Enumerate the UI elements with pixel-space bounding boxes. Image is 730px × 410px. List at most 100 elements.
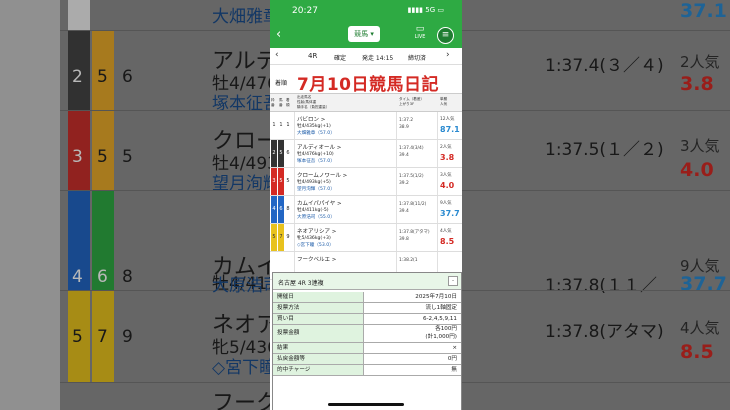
ticket-row-label: 結果 (273, 343, 364, 353)
category-selector[interactable]: 競馬 ▾ (348, 26, 380, 42)
race-time: 1:37.2 38.9 (399, 117, 413, 131)
uma-number: 6 (278, 196, 284, 223)
waku-number: 1 (271, 112, 277, 139)
ticket-row: 払戻金額等 0円 (273, 354, 461, 365)
popularity: 3人気 (440, 173, 452, 178)
jockey-name: ◇宮下瞳（53.0） (297, 243, 334, 248)
ticket-panel: 名古屋 4R 3連複 - 開催日 2025年7月10日 投票方法 流し1軸固定 買い目 6… (272, 272, 462, 410)
horse-name-link[interactable]: バビロン > (297, 115, 325, 123)
home-indicator[interactable] (328, 403, 404, 406)
jockey-name: 望月洵輝（57.0） (297, 187, 335, 192)
horse-info: 牡4/435kg(+1) (297, 124, 331, 129)
ticket-title: 名古屋 4R 3連複 (278, 280, 324, 287)
column-divider (437, 140, 438, 167)
horse-info: 牡4/476kg(+10) (297, 152, 334, 157)
horse-name-link[interactable]: ネオアリシア > (297, 227, 336, 235)
last3f-value: 38.9 (399, 125, 409, 130)
col-horse: 出走馬名 性齢/馬体重 騎手名（負担重量） (297, 95, 330, 109)
col-time: タイム（着差） 上がり3F (399, 97, 425, 106)
ticket-row: 投票方法 流し1軸固定 (273, 303, 461, 314)
ticket-row-label: 買い目 (273, 314, 364, 324)
col-chaku: 着順 (286, 98, 290, 107)
time-value: 1:37.8(11/2) (399, 202, 427, 207)
time-value: 1:37.2 (399, 118, 414, 123)
ticket-row-value: × (452, 345, 457, 351)
race-number: 4R (308, 52, 318, 60)
race-time: 1:38.2(1 (399, 257, 418, 264)
race-time: 1:37.8(11/2) 39.4 (399, 201, 426, 215)
finish-position: 6 (286, 150, 290, 156)
horse-name-link[interactable]: カムイパパイヤ > (297, 199, 342, 207)
column-divider (294, 224, 295, 251)
column-divider (396, 196, 397, 223)
col-odds: 単勝 人気 (440, 97, 448, 106)
race-start-time: 発走 14:15 (362, 55, 394, 62)
column-divider (437, 224, 438, 251)
race-closed: 締切済 (408, 55, 427, 62)
waku-number: 4 (271, 196, 277, 223)
time-value: 1:37.5(1/2) (399, 174, 424, 179)
table-row[interactable]: 3 5 5 クロームノワール > 牡4/493kg(+5) 望月洵輝（57.0） 1:37.… (270, 168, 462, 196)
table-header: 枠番 馬番 着順 出走馬名 性齢/馬体重 騎手名（負担重量） タイム（着差） 上… (270, 94, 462, 112)
nav-bar: ‹ 競馬 ▾ ▭ LIVE ≡ (270, 22, 462, 48)
column-divider (294, 112, 295, 139)
waku-number: 3 (271, 168, 277, 195)
column-divider (437, 112, 438, 139)
next-race-arrow-icon[interactable]: › (446, 50, 450, 60)
ticket-row-value: 2025年7月10日 (415, 294, 457, 300)
chevron-left-icon[interactable]: ‹ (276, 27, 281, 42)
finish-position: 1 (286, 122, 290, 128)
live-button[interactable]: ▭ LIVE (412, 24, 428, 41)
table-row[interactable]: 2 5 6 アルディオール > 牡4/476kg(+10) 塚本征吾（57.0） 1:37.… (270, 140, 462, 168)
ticket-row-value: 流し1軸固定 (425, 305, 457, 311)
prev-race-arrow-icon[interactable]: ‹ (275, 50, 279, 60)
horse-info: 牡4/411kg(-5) (297, 208, 329, 213)
ticket-header[interactable]: 名古屋 4R 3連複 - (273, 273, 461, 290)
live-label: LIVE (414, 34, 426, 40)
uma-number: 5 (278, 168, 284, 195)
table-row[interactable]: 4 6 8 カムイパパイヤ > 牡4/411kg(-5) 大原浩司（55.0） 1:37.8… (270, 196, 462, 224)
win-odds: 3.8 (440, 153, 455, 162)
finish-position: 9 (286, 234, 290, 240)
page-header: 着順 7月10日競馬日記 (270, 65, 462, 95)
popularity: 12人気 (440, 117, 455, 122)
collapse-toggle-icon[interactable]: - (448, 276, 458, 286)
column-divider (437, 196, 438, 223)
col-uma: 馬番 (279, 98, 283, 107)
horse-name-link[interactable]: クロームノワール > (297, 171, 347, 179)
last3f-value: 39.8 (399, 237, 409, 242)
ticket-row: 開催日 2025年7月10日 (273, 292, 461, 303)
column-divider (396, 140, 397, 167)
jockey-name: 大原浩司（55.0） (297, 215, 335, 220)
waku-number: 5 (271, 224, 277, 251)
win-odds: 87.1 (440, 125, 460, 134)
ticket-row: 結果 × (273, 343, 461, 354)
jockey-name: 塚本征吾（57.0） (297, 159, 335, 164)
col-waku: 枠番 (271, 98, 275, 107)
network-type: 5G (425, 6, 436, 14)
horse-name-link[interactable]: フークベルエ > (297, 255, 336, 263)
win-odds: 8.5 (440, 237, 455, 246)
column-divider (294, 168, 295, 195)
ticket-row-label: 払戻金額等 (273, 354, 364, 364)
last3f-value: 39.4 (399, 209, 409, 214)
popularity: 2人気 (440, 145, 452, 150)
last3f-value: 39.2 (399, 181, 409, 186)
jockey-name: 大畑雅章（57.0） (297, 131, 335, 136)
column-divider (294, 140, 295, 167)
uma-number: 5 (278, 140, 284, 167)
table-row[interactable]: 1 1 1 バビロン > 牡4/435kg(+1) 大畑雅章（57.0） 1:37.2 38.… (270, 112, 462, 140)
ticket-row-value: 無 (451, 367, 457, 373)
column-divider (396, 168, 397, 195)
win-odds: 4.0 (440, 181, 455, 190)
table-row[interactable]: 5 7 9 ネオアリシア > 牝5/436kg(+3) ◇宮下瞳（53.0） 1:37.8(… (270, 224, 462, 252)
time-value: 1:37.8(アタマ) (399, 230, 430, 235)
tv-icon: ▭ (415, 24, 425, 34)
time-value: 1:38.2(1 (399, 258, 418, 263)
status-time: 20:27 (292, 6, 318, 16)
page-title: 7月10日競馬日記 (297, 75, 439, 95)
horse-name-link[interactable]: アルディオール > (297, 143, 341, 151)
category-selector-label: 競馬 (354, 30, 369, 38)
uma-number: 7 (278, 224, 284, 251)
menu-icon[interactable]: ≡ (437, 27, 454, 44)
